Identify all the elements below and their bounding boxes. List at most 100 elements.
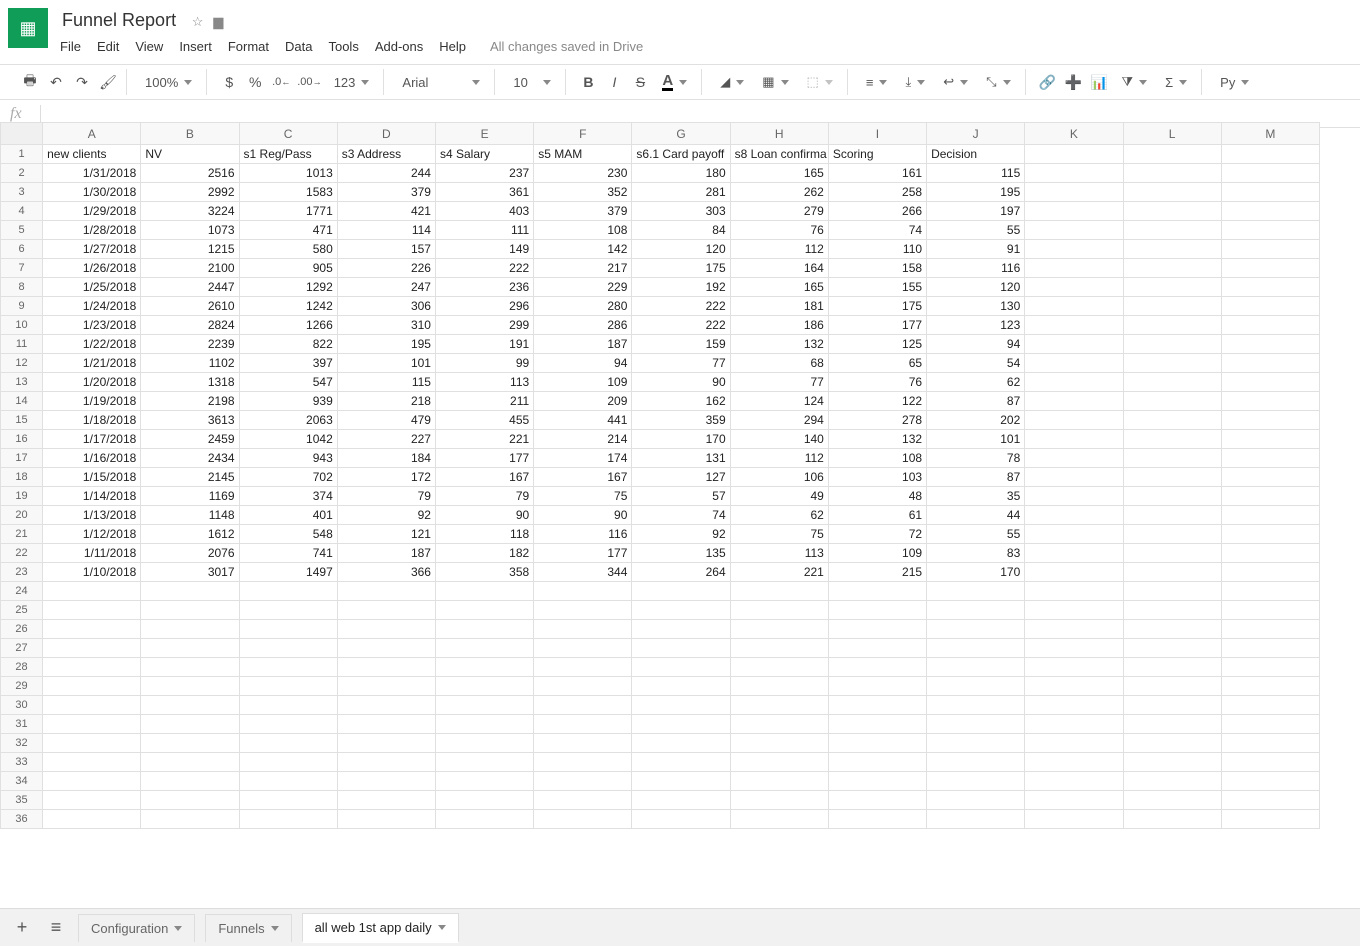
cell-H26[interactable] — [730, 620, 828, 639]
cell-D15[interactable]: 479 — [337, 411, 435, 430]
text-rotate-button[interactable]: ⤡ — [980, 74, 1016, 90]
cell-J4[interactable]: 197 — [927, 202, 1025, 221]
cell-F2[interactable]: 230 — [534, 164, 632, 183]
cell-K26[interactable] — [1025, 620, 1123, 639]
cell-H10[interactable]: 186 — [730, 316, 828, 335]
cell-H28[interactable] — [730, 658, 828, 677]
row-header-28[interactable]: 28 — [1, 658, 43, 677]
cell-B30[interactable] — [141, 696, 239, 715]
cell-F11[interactable]: 187 — [534, 335, 632, 354]
cell-B7[interactable]: 2100 — [141, 259, 239, 278]
cell-F5[interactable]: 108 — [534, 221, 632, 240]
cell-M31[interactable] — [1221, 715, 1319, 734]
cell-M14[interactable] — [1221, 392, 1319, 411]
cell-B21[interactable]: 1612 — [141, 525, 239, 544]
cell-B6[interactable]: 1215 — [141, 240, 239, 259]
cell-M32[interactable] — [1221, 734, 1319, 753]
cell-I23[interactable]: 215 — [828, 563, 926, 582]
cell-L11[interactable] — [1123, 335, 1221, 354]
cell-E30[interactable] — [435, 696, 533, 715]
decrease-decimal[interactable]: .0← — [271, 71, 291, 93]
cell-K9[interactable] — [1025, 297, 1123, 316]
cell-I27[interactable] — [828, 639, 926, 658]
cell-C9[interactable]: 1242 — [239, 297, 337, 316]
menu-edit[interactable]: Edit — [97, 39, 119, 54]
cell-L28[interactable] — [1123, 658, 1221, 677]
cell-L7[interactable] — [1123, 259, 1221, 278]
cell-A36[interactable] — [43, 810, 141, 829]
cell-E18[interactable]: 167 — [435, 468, 533, 487]
cell-B34[interactable] — [141, 772, 239, 791]
row-header-13[interactable]: 13 — [1, 373, 43, 392]
cell-J27[interactable] — [927, 639, 1025, 658]
cell-B3[interactable]: 2992 — [141, 183, 239, 202]
cell-E2[interactable]: 237 — [435, 164, 533, 183]
cell-E22[interactable]: 182 — [435, 544, 533, 563]
cell-C21[interactable]: 548 — [239, 525, 337, 544]
cell-M7[interactable] — [1221, 259, 1319, 278]
cell-K24[interactable] — [1025, 582, 1123, 601]
v-align-button[interactable]: ⤓ — [899, 74, 931, 90]
cell-M23[interactable] — [1221, 563, 1319, 582]
cell-H23[interactable]: 221 — [730, 563, 828, 582]
cell-L13[interactable] — [1123, 373, 1221, 392]
cell-H24[interactable] — [730, 582, 828, 601]
cell-B23[interactable]: 3017 — [141, 563, 239, 582]
cell-J19[interactable]: 35 — [927, 487, 1025, 506]
cell-C5[interactable]: 471 — [239, 221, 337, 240]
cell-K4[interactable] — [1025, 202, 1123, 221]
cell-D22[interactable]: 187 — [337, 544, 435, 563]
cell-A26[interactable] — [43, 620, 141, 639]
cell-D33[interactable] — [337, 753, 435, 772]
cell-K17[interactable] — [1025, 449, 1123, 468]
strikethrough-button[interactable]: S — [630, 71, 650, 93]
cell-G20[interactable]: 74 — [632, 506, 730, 525]
row-header-22[interactable]: 22 — [1, 544, 43, 563]
row-header-29[interactable]: 29 — [1, 677, 43, 696]
cell-M21[interactable] — [1221, 525, 1319, 544]
cell-M26[interactable] — [1221, 620, 1319, 639]
cell-C14[interactable]: 939 — [239, 392, 337, 411]
cell-E32[interactable] — [435, 734, 533, 753]
cell-I14[interactable]: 122 — [828, 392, 926, 411]
cell-M2[interactable] — [1221, 164, 1319, 183]
cell-A29[interactable] — [43, 677, 141, 696]
cell-M24[interactable] — [1221, 582, 1319, 601]
cell-I20[interactable]: 61 — [828, 506, 926, 525]
cell-J14[interactable]: 87 — [927, 392, 1025, 411]
cell-M22[interactable] — [1221, 544, 1319, 563]
cell-L36[interactable] — [1123, 810, 1221, 829]
cell-H27[interactable] — [730, 639, 828, 658]
cell-A33[interactable] — [43, 753, 141, 772]
cell-C24[interactable] — [239, 582, 337, 601]
cell-F1[interactable]: s5 MAM — [534, 145, 632, 164]
row-header-1[interactable]: 1 — [1, 145, 43, 164]
cell-C20[interactable]: 401 — [239, 506, 337, 525]
cell-K32[interactable] — [1025, 734, 1123, 753]
cell-J30[interactable] — [927, 696, 1025, 715]
cell-G25[interactable] — [632, 601, 730, 620]
cell-I16[interactable]: 132 — [828, 430, 926, 449]
cell-M1[interactable] — [1221, 145, 1319, 164]
cell-E6[interactable]: 149 — [435, 240, 533, 259]
cell-F17[interactable]: 174 — [534, 449, 632, 468]
font-select[interactable]: Arial — [396, 75, 486, 90]
increase-decimal[interactable]: .00→ — [297, 71, 321, 93]
cell-B2[interactable]: 2516 — [141, 164, 239, 183]
cell-H1[interactable]: s8 Loan confirma — [730, 145, 828, 164]
cell-F22[interactable]: 177 — [534, 544, 632, 563]
cell-D2[interactable]: 244 — [337, 164, 435, 183]
cell-H32[interactable] — [730, 734, 828, 753]
cell-K30[interactable] — [1025, 696, 1123, 715]
cell-D26[interactable] — [337, 620, 435, 639]
cell-F29[interactable] — [534, 677, 632, 696]
cell-A2[interactable]: 1/31/2018 — [43, 164, 141, 183]
row-header-18[interactable]: 18 — [1, 468, 43, 487]
cell-F24[interactable] — [534, 582, 632, 601]
cell-B16[interactable]: 2459 — [141, 430, 239, 449]
cell-I33[interactable] — [828, 753, 926, 772]
cell-F31[interactable] — [534, 715, 632, 734]
cell-B29[interactable] — [141, 677, 239, 696]
cell-K20[interactable] — [1025, 506, 1123, 525]
cell-E12[interactable]: 99 — [435, 354, 533, 373]
